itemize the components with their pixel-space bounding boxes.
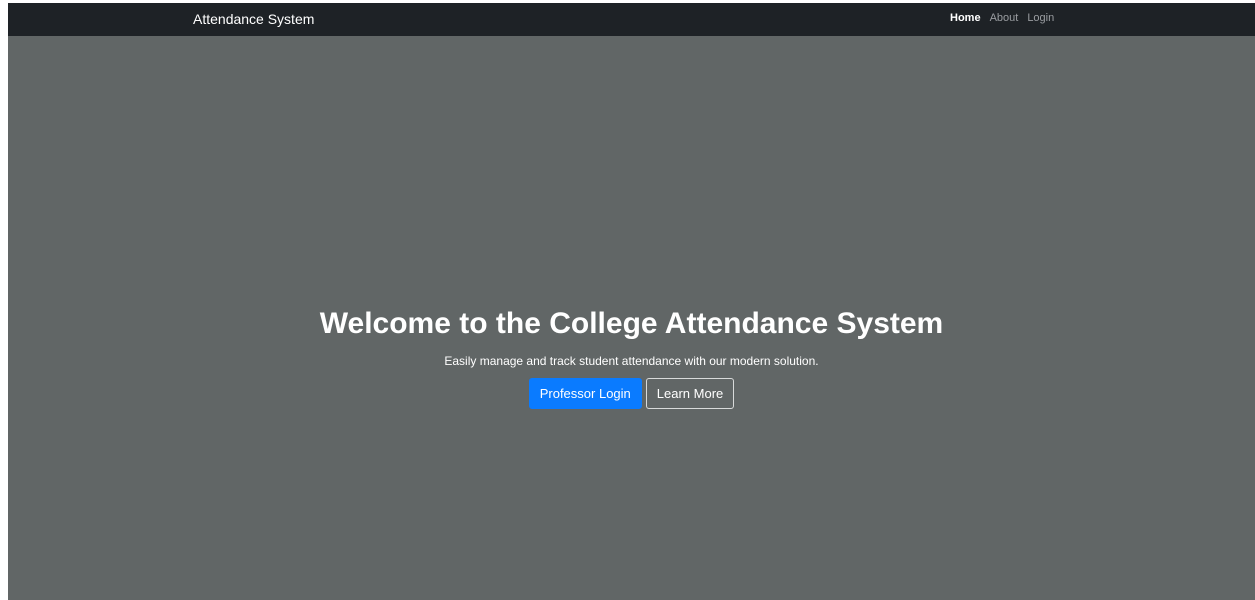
professor-login-button[interactable]: Professor Login	[528, 378, 642, 409]
nav-links: Home About Login	[950, 12, 1063, 25]
hero-actions: Professor Login Learn More	[8, 378, 1255, 409]
page-frame: Attendance System Home About Login Welco…	[8, 3, 1255, 600]
navbar: Attendance System Home About Login	[8, 3, 1255, 36]
navbar-brand[interactable]: Attendance System	[193, 11, 314, 27]
hero-section: Welcome to the College Attendance System…	[8, 304, 1255, 409]
nav-link-home[interactable]: Home	[950, 12, 981, 25]
learn-more-button[interactable]: Learn More	[645, 378, 735, 409]
hero-subtitle: Easily manage and track student attendan…	[444, 354, 819, 368]
nav-link-login[interactable]: Login	[1027, 12, 1054, 25]
nav-link-about[interactable]: About	[990, 12, 1019, 25]
hero-title: Welcome to the College Attendance System	[319, 307, 944, 340]
